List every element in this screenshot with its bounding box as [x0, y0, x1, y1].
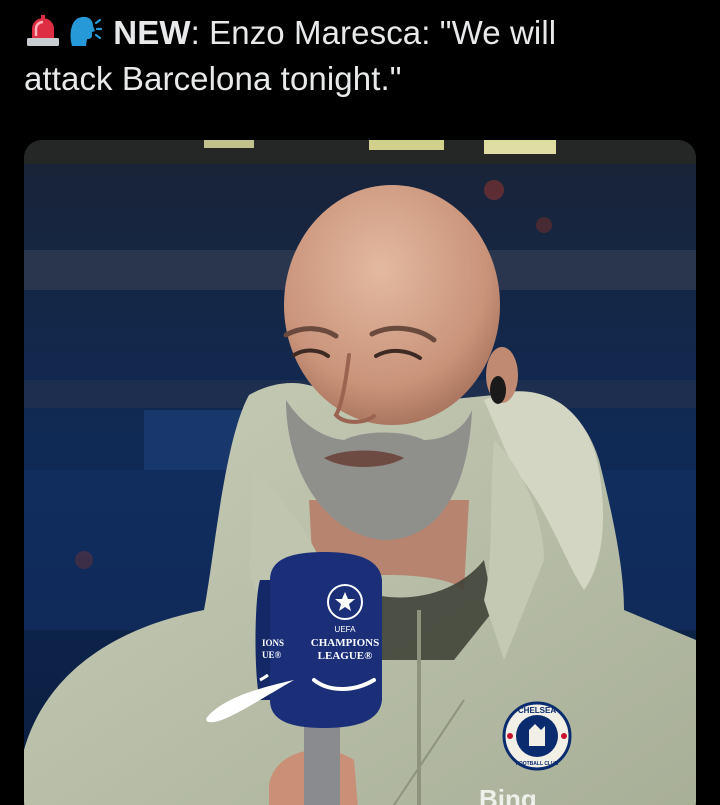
mic-uefa-text: UEFA	[335, 625, 357, 634]
tweet-new-label: NEW	[113, 14, 191, 51]
badge-bottom-text: FOOTBALL CLUB	[516, 761, 559, 767]
earpiece	[490, 376, 506, 404]
chelsea-badge-icon: CHELSEA FOOTBALL CLUB	[502, 701, 572, 771]
floodlight	[369, 140, 444, 150]
mic-side-text-1: IONS	[262, 638, 284, 648]
floodlight	[204, 140, 254, 148]
tweet-text: NEW: Enzo Maresca: "We will attack Barce…	[24, 10, 696, 102]
tweet-headline-line1: Enzo Maresca: "We will	[199, 14, 557, 51]
tweet-photo[interactable]: UEFA CHAMPIONS LEAGUE® IONS UE® CHELSEA …	[24, 140, 696, 805]
head	[284, 185, 500, 425]
speaking-head-icon	[64, 12, 102, 50]
floodlight	[484, 140, 556, 154]
tweet-colon: :	[190, 14, 200, 51]
mic-side-text-2: UE®	[262, 650, 282, 660]
mic-league-text: LEAGUE®	[318, 650, 373, 662]
badge-top-text: CHELSEA	[518, 706, 556, 715]
mic-champions-text: CHAMPIONS	[311, 637, 379, 649]
tweet-headline-line2: attack Barcelona tonight."	[24, 60, 402, 97]
photo-illustration: UEFA CHAMPIONS LEAGUE® IONS UE® CHELSEA …	[24, 140, 696, 805]
sponsor-text: Bing	[479, 784, 537, 805]
police-light-icon	[24, 12, 62, 50]
